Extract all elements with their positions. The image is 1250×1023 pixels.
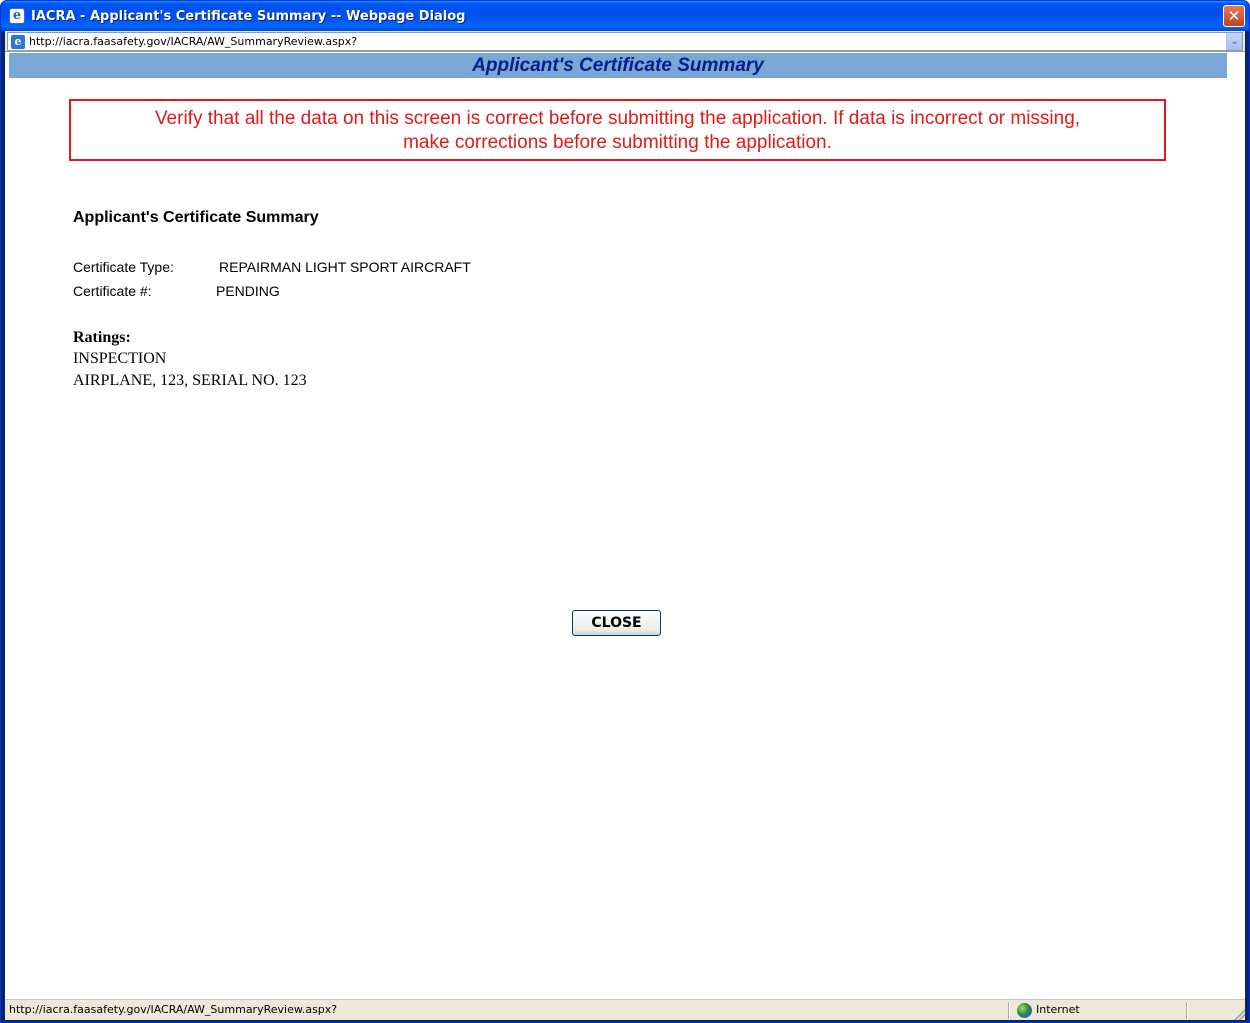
rating-item: AIRPLANE, 123, SERIAL NO. 123 <box>73 372 307 389</box>
page-header: Applicant's Certificate Summary <box>9 53 1227 78</box>
chevron-down-icon[interactable]: ⌄ <box>1226 33 1242 50</box>
page-content: Applicant's Certificate Summary Verify t… <box>5 53 1245 998</box>
certificate-number-label: Certificate #: <box>73 283 152 299</box>
certificate-type-value: REPAIRMAN LIGHT SPORT AIRCRAFT <box>219 259 471 275</box>
status-divider <box>1186 1002 1188 1019</box>
resize-grip[interactable] <box>1231 1006 1245 1020</box>
dialog-client-area: e http://iacra.faasafety.gov/IACRA/AW_Su… <box>5 31 1245 1020</box>
window-title: IACRA - Applicant's Certificate Summary … <box>31 8 466 24</box>
status-divider <box>1008 1002 1010 1019</box>
status-url: http://iacra.faasafety.gov/IACRA/AW_Summ… <box>9 1003 338 1016</box>
certificate-number-value: PENDING <box>216 283 280 299</box>
address-url: http://iacra.faasafety.gov/IACRA/AW_Summ… <box>29 35 358 48</box>
rating-item: INSPECTION <box>73 350 167 367</box>
warning-line-1: Verify that all the data on this screen … <box>154 108 1081 129</box>
address-field[interactable]: e http://iacra.faasafety.gov/IACRA/AW_Su… <box>7 32 1243 51</box>
warning-message: Verify that all the data on this screen … <box>69 99 1166 161</box>
address-bar: e http://iacra.faasafety.gov/IACRA/AW_Su… <box>5 31 1245 52</box>
close-window-button[interactable]: ✕ <box>1223 5 1245 27</box>
globe-icon <box>1017 1003 1032 1018</box>
page-icon: e <box>11 34 25 49</box>
summary-title: Applicant's Certificate Summary <box>73 209 319 226</box>
close-button[interactable]: CLOSE <box>572 610 661 636</box>
dialog-window: e IACRA - Applicant's Certificate Summar… <box>0 0 1250 1023</box>
status-bar: http://iacra.faasafety.gov/IACRA/AW_Summ… <box>5 999 1245 1020</box>
warning-line-2: make corrections before submitting the a… <box>403 132 832 153</box>
title-bar[interactable]: e IACRA - Applicant's Certificate Summar… <box>1 1 1249 31</box>
security-zone-label: Internet <box>1036 1003 1080 1016</box>
ratings-label: Ratings: <box>73 329 131 346</box>
ie-icon: e <box>9 8 25 24</box>
certificate-type-label: Certificate Type: <box>73 259 174 275</box>
